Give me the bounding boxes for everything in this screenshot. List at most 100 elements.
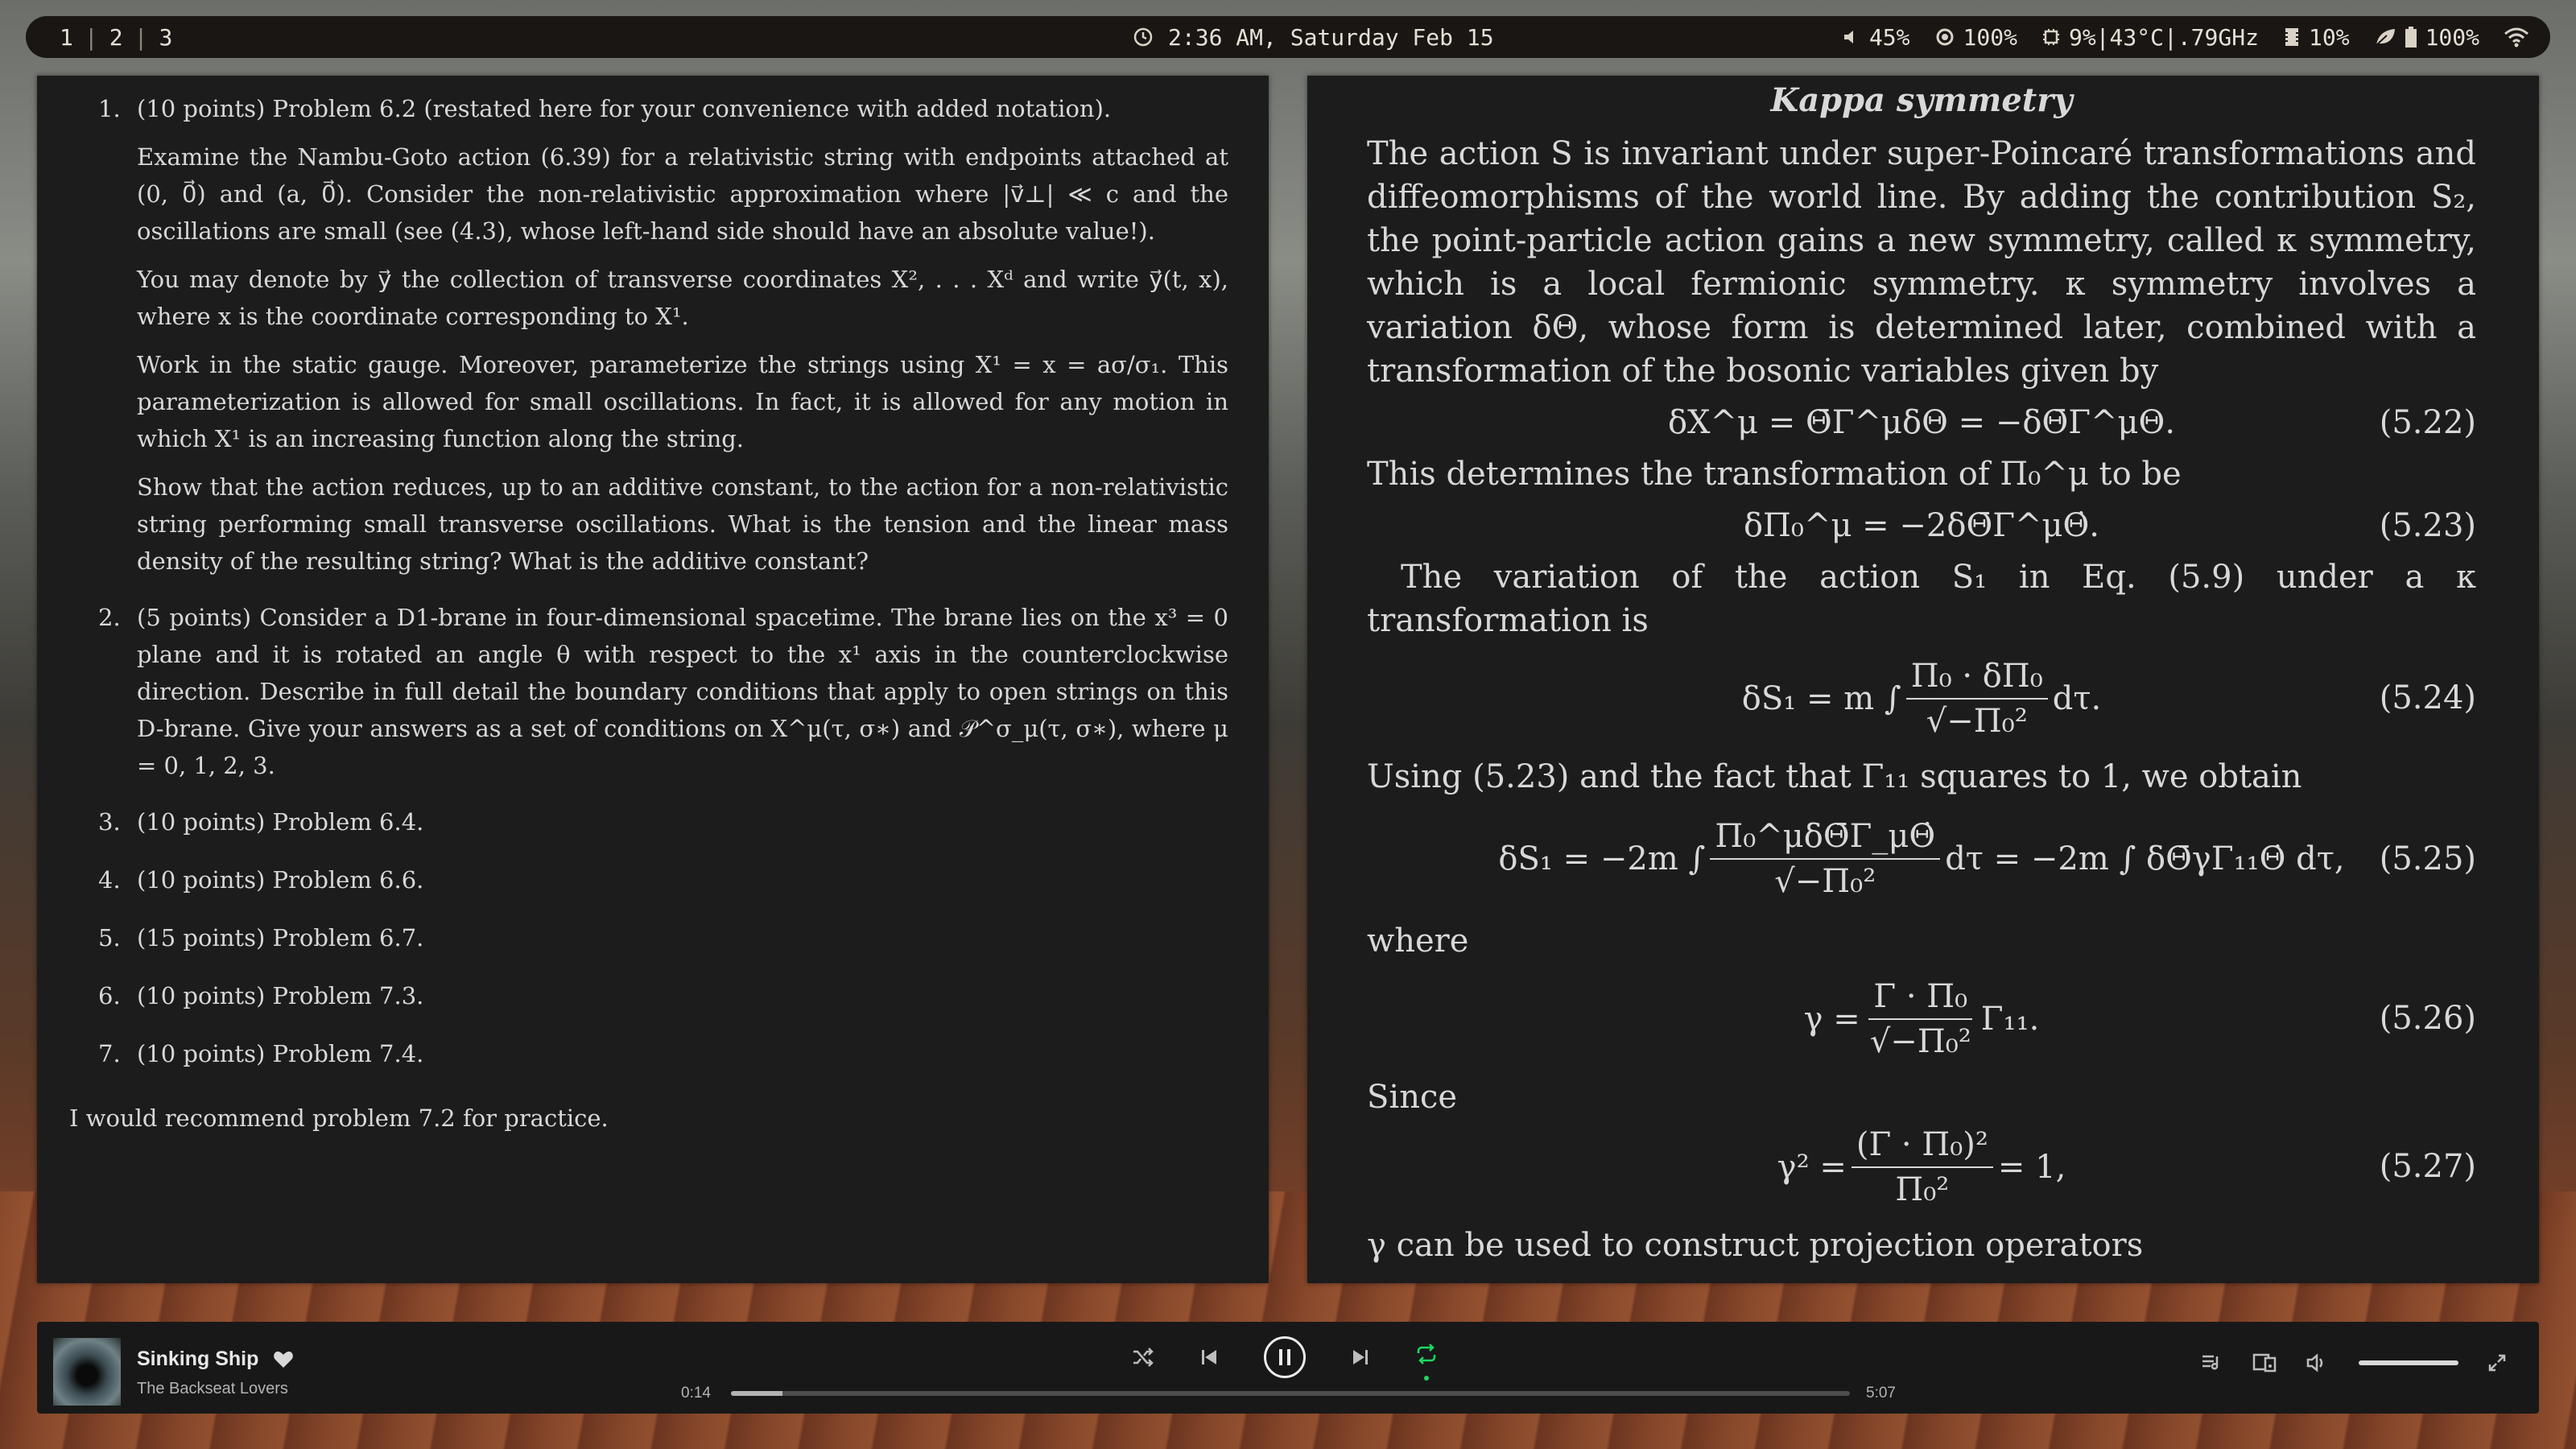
brightness-icon	[1936, 28, 1954, 46]
workspace-2[interactable]: 2	[98, 24, 134, 51]
textbook-document-viewer[interactable]: Kappa symmetry The action S is invariant…	[1307, 76, 2539, 1283]
progress-fill	[731, 1391, 782, 1396]
elapsed-time: 0:14	[681, 1385, 711, 1402]
problem-number: 5.	[98, 924, 121, 952]
paragraph: The variation of the action S₁ in Eq. (5…	[1367, 559, 2476, 639]
volume-indicator[interactable]: 45%	[1842, 24, 1910, 51]
wifi-icon[interactable]	[2504, 27, 2529, 47]
fraction-numerator: (Γ · Π₀)²	[1851, 1123, 1993, 1168]
paragraph: This determines the transformation of Π₀…	[1367, 456, 2182, 493]
workspace-3[interactable]: 3	[147, 24, 184, 51]
repeat-icon	[1417, 1344, 1436, 1364]
problem-item: 3. (10 points) Problem 6.4.	[98, 803, 1228, 840]
problem-number: 6.	[98, 982, 121, 1009]
equation-5-24: δS₁ = m ∫ Π₀ · δΠ₀ √−Π₀² dτ. (5.24)	[1367, 650, 2476, 747]
equation-number: (5.26)	[2379, 1000, 2476, 1037]
fraction-denominator: √−Π₀²	[1869, 1023, 1971, 1060]
equation-number: (5.25)	[2379, 840, 2476, 877]
track-title[interactable]: Sinking Ship	[137, 1348, 258, 1371]
workspace-separator: |	[134, 23, 148, 51]
brightness-indicator[interactable]: 100%	[1934, 24, 2017, 51]
equation-5-23: δΠ₀^μ = −2δΘ̄Γ^μΘ̇. (5.23)	[1367, 504, 2476, 547]
paragraph: Using (5.23) and the fact that Γ₁₁ squar…	[1367, 758, 2302, 795]
cpu-indicator[interactable]: 9%|43°C|.79GHz	[2041, 24, 2259, 51]
memory-icon	[2285, 28, 2298, 46]
paragraph: Since	[1367, 1079, 1458, 1116]
system-status: 45% 100% 9%|43°C|.79GHz 10% 100%	[1842, 16, 2529, 58]
problem-item: 5. (15 points) Problem 6.7.	[98, 919, 1228, 956]
problem-text: (10 points) Problem 6.6.	[137, 866, 424, 894]
problem-text: (10 points) Problem 6.2 (restated here f…	[137, 95, 1112, 122]
workspace-switcher: 1 | 2 | 3	[48, 24, 184, 51]
workspace-1[interactable]: 1	[48, 24, 85, 51]
fraction-numerator: Γ · Π₀	[1868, 975, 1973, 1020]
equation-lhs: γ =	[1803, 1001, 1860, 1038]
repeat-button[interactable]	[1415, 1344, 1438, 1381]
clock[interactable]: 2:36 AM, Saturday Feb 15	[1133, 16, 1494, 58]
volume-icon[interactable]	[2306, 1352, 2330, 1373]
volume-fill	[2359, 1360, 2458, 1365]
section-title: Kappa symmetry	[1770, 81, 2073, 119]
pause-button[interactable]	[1264, 1336, 1306, 1378]
fraction-denominator: √−Π₀²	[1926, 703, 2028, 740]
battery-value: 100%	[2425, 23, 2479, 51]
memory-indicator[interactable]: 10%	[2283, 24, 2350, 51]
equation-body: δΠ₀^μ = −2δΘ̄Γ^μΘ̇.	[1743, 507, 2100, 544]
equation-fraction: Π₀ · δΠ₀ √−Π₀²	[1905, 654, 2048, 743]
problem-number: 1.	[98, 95, 121, 122]
workspace-separator: |	[84, 23, 98, 51]
speaker-icon	[1843, 31, 1853, 43]
problem-text: You may denote by y⃗ the collection of t…	[137, 266, 1228, 330]
fraction-numerator: Π₀^μδΘ̄Γ_μΘ̇	[1710, 815, 1941, 860]
battery-indicator[interactable]: 100%	[2374, 24, 2479, 51]
equation-fraction: (Γ · Π₀)² Π₀²	[1851, 1123, 1993, 1212]
problem-number: 7.	[98, 1040, 121, 1067]
problem-number: 4.	[98, 866, 121, 894]
connect-device-icon[interactable]	[2252, 1352, 2277, 1373]
pause-icon	[1279, 1349, 1290, 1365]
volume-slider[interactable]	[2359, 1360, 2458, 1365]
paragraph: γ can be used to construct projection op…	[1367, 1227, 2144, 1264]
equation-5-27: γ² = (Γ · Π₀)² Π₀² = 1, (5.27)	[1367, 1119, 2476, 1216]
progress-bar[interactable]	[731, 1391, 1850, 1396]
previous-track-icon[interactable]	[1199, 1348, 1219, 1367]
problem-text: (10 points) Problem 7.4.	[137, 1040, 424, 1067]
homework-document-viewer[interactable]: 1. (10 points) Problem 6.2 (restated her…	[37, 76, 1269, 1283]
textbook-content: Kappa symmetry The action S is invariant…	[1367, 76, 2476, 1267]
homework-content: 1. (10 points) Problem 6.2 (restated her…	[69, 90, 1228, 1137]
extra-controls	[2201, 1352, 2507, 1373]
problem-text: (10 points) Problem 6.4.	[137, 808, 424, 836]
volume-value: 45%	[1868, 23, 1910, 51]
problem-text: Show that the action reduces, up to an a…	[137, 473, 1228, 575]
album-cover[interactable]	[53, 1338, 121, 1406]
problem-text: (10 points) Problem 7.3.	[137, 982, 424, 1009]
equation-body: δX^μ = Θ̄Γ^μδΘ = −δΘ̄Γ^μΘ.	[1667, 404, 2176, 441]
problem-text: (5 points) Consider a D1-brane in four-d…	[137, 604, 1228, 779]
fraction-denominator: √−Π₀²	[1774, 863, 1876, 900]
problem-text: Work in the static gauge. Moreover, para…	[137, 351, 1228, 452]
equation-rhs: Γ₁₁.	[1980, 1001, 2040, 1038]
recommendation-text: I would recommend problem 7.2 for practi…	[69, 1104, 609, 1132]
clock-icon	[1133, 27, 1153, 47]
leaf-icon	[2375, 29, 2395, 46]
problem-text: Examine the Nambu-Goto action (6.39) for…	[137, 143, 1228, 245]
playback-controls	[1132, 1336, 1438, 1381]
problem-item: 4. (10 points) Problem 6.6.	[98, 861, 1228, 898]
memory-value: 10%	[2308, 23, 2350, 51]
equation-rhs: dτ.	[2052, 680, 2102, 717]
queue-icon[interactable]	[2201, 1353, 2223, 1373]
heart-icon[interactable]	[273, 1350, 294, 1369]
problem-item: 6. (10 points) Problem 7.3.	[98, 977, 1228, 1014]
track-artist[interactable]: The Backseat Lovers	[137, 1380, 288, 1398]
equation-fraction: Π₀^μδΘ̄Γ_μΘ̇ √−Π₀²	[1710, 815, 1941, 903]
fraction-denominator: Π₀²	[1895, 1171, 1950, 1208]
equation-5-25: δS₁ = −2m ∫ Π₀^μδΘ̄Γ_μΘ̇ √−Π₀² dτ = −2m …	[1367, 807, 2476, 911]
problem-item: 2. (5 points) Consider a D1-brane in fou…	[98, 599, 1228, 784]
track-info: Sinking Ship	[137, 1348, 294, 1371]
next-track-icon[interactable]	[1351, 1348, 1370, 1367]
fullscreen-icon[interactable]	[2487, 1353, 2507, 1373]
equation-5-26: γ = Γ · Π₀ √−Π₀² Γ₁₁. (5.26)	[1367, 971, 2476, 1067]
shuffle-icon[interactable]	[1132, 1347, 1154, 1368]
equation-number: (5.24)	[2379, 679, 2476, 716]
music-player-bar: Sinking Ship The Backseat Lovers 0:14 5:…	[37, 1322, 2539, 1414]
